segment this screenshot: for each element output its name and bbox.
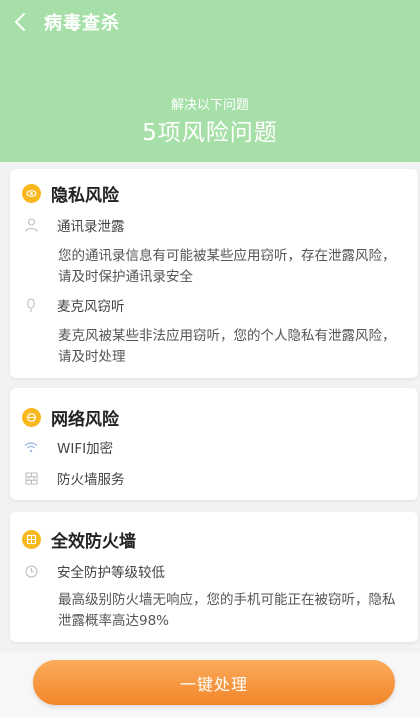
- wifi-icon: [24, 439, 38, 455]
- card-header: 网络风险: [22, 405, 119, 430]
- microphone-icon: [24, 297, 38, 313]
- firewall-icon: [24, 470, 38, 486]
- list-item-contacts: 通讯录泄露: [24, 215, 125, 235]
- contact-icon: [24, 217, 38, 233]
- list-item-wifi: WIFI加密: [24, 437, 113, 457]
- network-badge-icon: [22, 408, 41, 427]
- card-title: 网络风险: [51, 410, 119, 430]
- firewall-card: 全效防火墙 安全防护等级较低 最高级别防火墙无响应，您的手机可能正在被窃听，隐私…: [10, 512, 418, 642]
- list-item-microphone: 麦克风窃听: [24, 295, 125, 315]
- item-label: WIFI加密: [57, 441, 114, 457]
- privacy-risk-card: 隐私风险 通讯录泄露 您的通讯录信息有可能被某些应用窃听，存在泄露风险，请及时保…: [10, 169, 418, 378]
- item-label: 通讯录泄露: [57, 219, 125, 235]
- clock-icon: [24, 563, 38, 579]
- risk-count-headline: 5项风险问题: [142, 120, 278, 146]
- item-label: 安全防护等级较低: [57, 565, 165, 581]
- card-header: 隐私风险: [22, 181, 119, 206]
- item-description: 您的通讯录信息有可能被某些应用窃听，存在泄露风险，请及时保护通讯录安全: [58, 248, 396, 285]
- card-title: 全效防火墙: [51, 532, 136, 552]
- privacy-badge-icon: [22, 184, 41, 203]
- card-header: 全效防火墙: [22, 527, 136, 552]
- top-bar: 病毒查杀: [0, 0, 420, 44]
- back-arrow-icon[interactable]: [14, 10, 34, 34]
- header: 病毒查杀 解决以下问题 5项风险问题: [0, 0, 420, 162]
- item-description: 最高级别防火墙无响应，您的手机可能正在被窃听，隐私泄露概率高达98%: [58, 592, 396, 629]
- firewall-badge-icon: [22, 530, 41, 549]
- list-item-firewall-service: 防火墙服务: [24, 468, 125, 488]
- item-label: 麦克风窃听: [57, 299, 125, 315]
- header-subtitle: 解决以下问题: [170, 98, 249, 113]
- item-description: 麦克风被某些非法应用窃听，您的个人隐私有泄露风险，请及时处理: [58, 328, 396, 365]
- page-title: 病毒查杀: [44, 13, 120, 34]
- one-click-fix-button[interactable]: 一键处理: [33, 660, 395, 705]
- card-title: 隐私风险: [51, 186, 119, 206]
- item-label: 防火墙服务: [57, 472, 125, 488]
- risk-scan-page: 病毒查杀 解决以下问题 5项风险问题 隐私风险 通讯录泄露 您的通讯录信息有可能…: [0, 0, 420, 717]
- list-item-protection-level: 安全防护等级较低: [24, 561, 165, 581]
- network-risk-card: 网络风险 WIFI加密 防火墙服务: [10, 388, 418, 500]
